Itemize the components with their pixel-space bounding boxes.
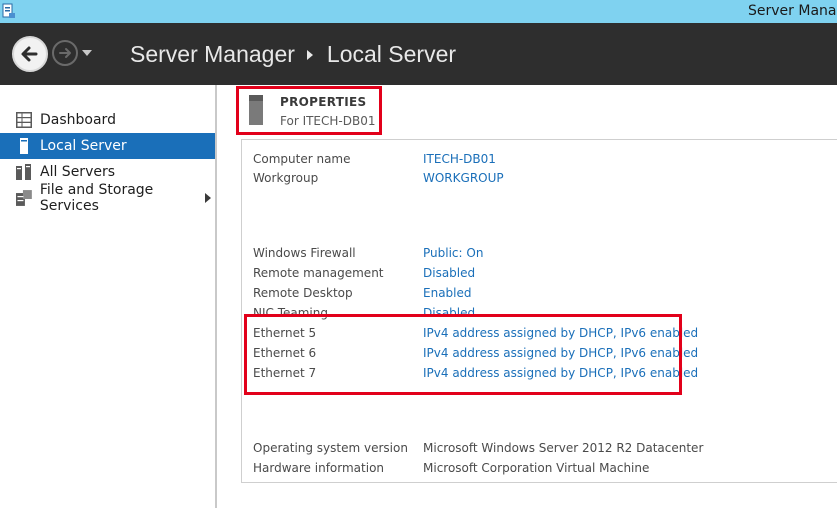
property-value: Microsoft Corporation Virtual Machine <box>423 461 650 475</box>
window-titlebar: Server Manag <box>0 0 837 23</box>
property-row-remote-desktop: Remote Desktop Enabled <box>253 285 472 301</box>
sidebar-item-label: Local Server <box>40 138 127 154</box>
chevron-right-icon[interactable] <box>205 193 211 203</box>
breadcrumb-local-server: Local Server <box>326 41 457 67</box>
storage-icon <box>16 190 32 206</box>
breadcrumb-separator-icon <box>306 49 313 60</box>
dashboard-icon <box>16 112 32 128</box>
servers-icon <box>16 164 31 180</box>
sidebar-item-label: File and Storage Services <box>39 182 154 214</box>
breadcrumb: Server Manager Local Server <box>130 41 456 68</box>
property-row-windows-firewall: Windows Firewall Public: On <box>253 245 483 261</box>
breadcrumb-server-manager[interactable]: Server Manager <box>130 41 295 68</box>
property-value-link[interactable]: ITECH-DB01 <box>423 151 496 167</box>
sidebar-item-dashboard[interactable]: Dashboard <box>0 107 215 133</box>
history-dropdown-icon[interactable] <box>82 50 92 56</box>
sidebar-item-label: Dashboard <box>40 112 116 128</box>
server-icon <box>20 138 28 154</box>
server-manager-app-icon <box>2 3 15 18</box>
property-label: Remote management <box>253 266 384 280</box>
property-label: Workgroup <box>253 171 319 185</box>
property-value: Microsoft Windows Server 2012 R2 Datacen… <box>423 441 704 455</box>
arrow-right-icon <box>59 48 71 58</box>
arrow-left-icon <box>21 46 38 62</box>
property-row-remote-management: Remote management Disabled <box>253 265 475 281</box>
property-label: Operating system version <box>253 441 408 455</box>
sidebar-item-label: All Servers <box>40 164 116 180</box>
forward-button[interactable] <box>52 40 78 66</box>
main-content: PROPERTIES For ITECH-DB01 Computer name … <box>217 85 837 508</box>
property-row-hardware-information: Hardware information Microsoft Corporati… <box>253 460 649 476</box>
back-button[interactable] <box>12 36 48 72</box>
highlight-box-properties <box>236 86 382 135</box>
property-label: Remote Desktop <box>253 286 353 300</box>
highlight-box-ethernet <box>244 314 682 395</box>
properties-panel: Computer name ITECH-DB01 Workgroup WORKG… <box>241 139 837 483</box>
sidebar: Dashboard Local Server All Servers File … <box>0 85 217 508</box>
window-title: Server Manag <box>748 3 837 19</box>
property-label: Hardware information <box>253 461 385 475</box>
sidebar-item-local-server[interactable]: Local Server <box>0 133 215 159</box>
property-label: Windows Firewall <box>253 246 356 260</box>
sidebar-item-file-and-storage-services[interactable]: File and Storage Services <box>0 182 215 214</box>
property-label: Computer name <box>253 152 351 166</box>
property-value-link[interactable]: Disabled <box>423 265 475 281</box>
property-value-link[interactable]: Public: On <box>423 245 483 261</box>
property-value-link[interactable]: Enabled <box>423 285 472 301</box>
property-row-os-version: Operating system version Microsoft Windo… <box>253 440 703 456</box>
property-row-computer-name: Computer name ITECH-DB01 <box>253 151 496 167</box>
property-row-workgroup: Workgroup WORKGROUP <box>253 170 504 186</box>
property-value-link[interactable]: WORKGROUP <box>423 170 504 186</box>
header-bar: Server Manager Local Server <box>0 23 837 85</box>
